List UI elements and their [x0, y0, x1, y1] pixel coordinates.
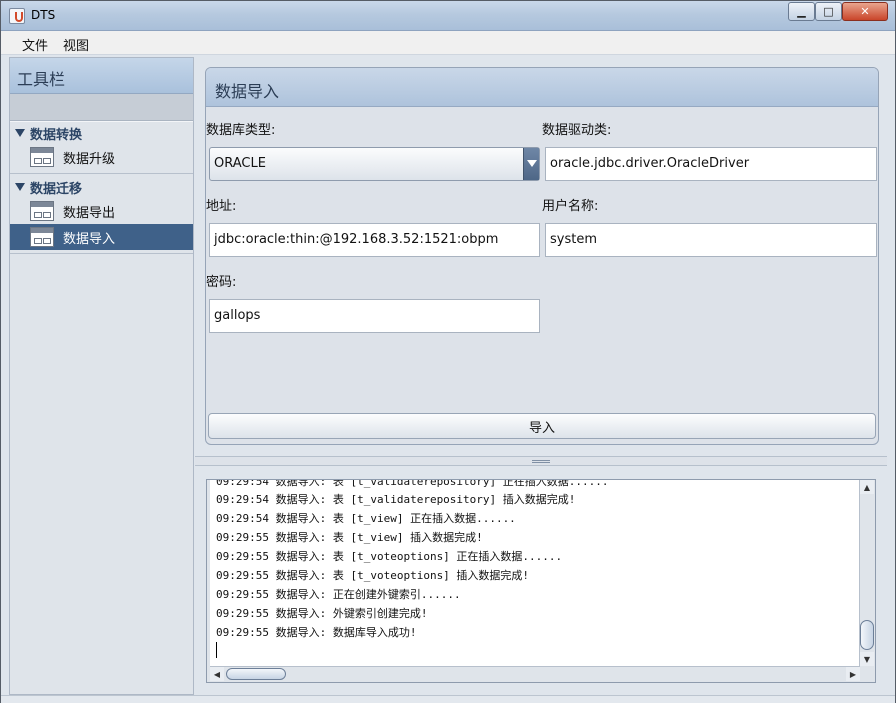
db-type-value: ORACLE — [214, 156, 266, 171]
nav-item-data-upgrade[interactable]: 数据升级 — [10, 144, 193, 170]
address-label: 地址: — [206, 199, 237, 214]
toolbar-title: 工具栏 — [10, 58, 193, 94]
menu-file[interactable]: 文件 — [22, 35, 48, 54]
nav-item-label: 数据导出 — [63, 205, 116, 221]
log-line: 09:29:54 数据导入: 表 [t_view] 正在插入数据...... — [216, 512, 516, 525]
address-field[interactable]: jdbc:oracle:thin:@192.168.3.52:1521:obpm — [209, 223, 540, 257]
username-field[interactable]: system — [545, 223, 877, 257]
horizontal-scroll-thumb[interactable] — [226, 668, 286, 680]
password-label: 密码: — [206, 275, 237, 290]
log-panel: 09:29:54 数据导入: 表 [t_validaterepository] … — [206, 479, 876, 683]
log-line: 09:29:55 数据导入: 表 [t_voteoptions] 正在插入数据.… — [216, 550, 563, 563]
window-icon — [30, 227, 54, 247]
driver-label: 数据驱动类: — [542, 123, 612, 138]
group-label: 数据迁移 — [30, 181, 83, 197]
scroll-left-icon[interactable]: ◀ — [210, 667, 224, 681]
db-type-select[interactable]: ORACLE — [209, 147, 540, 181]
scroll-up-icon[interactable]: ▲ — [860, 480, 874, 494]
window-icon — [30, 201, 54, 221]
java-app-icon — [9, 8, 25, 24]
nav-item-label: 数据升级 — [63, 151, 116, 167]
nav-item-data-import[interactable]: 数据导入 — [10, 224, 193, 250]
form-title: 数据导入 — [206, 68, 878, 107]
log-textarea[interactable]: 09:29:54 数据导入: 表 [t_validaterepository] … — [210, 480, 860, 666]
nav-item-data-export[interactable]: 数据导出 — [10, 198, 193, 224]
log-line: 09:29:54 数据导入: 表 [t_validaterepository] … — [216, 480, 609, 488]
toolbar-panel: 工具栏 数据转换 数据升级 数据迁移 数据导出 数据导入 — [9, 57, 194, 695]
log-line: 09:29:55 数据导入: 正在创建外键索引...... — [216, 588, 461, 601]
text-caret — [216, 642, 217, 658]
maximize-button[interactable]: □ — [815, 2, 842, 21]
import-form-panel: 数据导入 数据库类型: 数据驱动类: ORACLE oracle.jdbc.dr… — [205, 67, 879, 445]
expand-triangle-icon — [15, 183, 25, 191]
group-label: 数据转换 — [30, 127, 83, 143]
window-title: DTS — [31, 8, 56, 22]
status-strip — [1, 695, 895, 703]
app-window: DTS ▁ □ ✕ 文件 视图 工具栏 数据转换 数据升级 数据迁移 数据导出 … — [0, 0, 896, 703]
db-type-label: 数据库类型: — [206, 123, 276, 138]
horizontal-scrollbar[interactable]: ◀ ▶ — [210, 666, 860, 681]
group-header-conversion[interactable]: 数据转换 — [10, 122, 193, 144]
expand-triangle-icon — [15, 129, 25, 137]
nav-item-label: 数据导入 — [63, 231, 116, 247]
close-button[interactable]: ✕ — [842, 2, 888, 21]
menu-bar: 文件 视图 — [1, 31, 895, 55]
log-line: 09:29:55 数据导入: 表 [t_voteoptions] 插入数据完成! — [216, 569, 530, 582]
group-header-migration[interactable]: 数据迁移 — [10, 176, 193, 198]
menu-view[interactable]: 视图 — [63, 35, 89, 54]
title-bar[interactable]: DTS ▁ □ ✕ — [1, 1, 895, 31]
minimize-button[interactable]: ▁ — [788, 2, 815, 21]
password-field[interactable]: gallops — [209, 299, 540, 333]
username-label: 用户名称: — [542, 199, 599, 214]
vertical-scrollbar[interactable]: ▲ ▼ — [859, 480, 874, 666]
split-divider[interactable] — [195, 456, 887, 466]
vertical-scroll-thumb[interactable] — [860, 620, 874, 650]
nav-tree: 数据转换 数据升级 数据迁移 数据导出 数据导入 — [10, 121, 193, 254]
scroll-down-icon[interactable]: ▼ — [860, 652, 874, 666]
log-line: 09:29:54 数据导入: 表 [t_validaterepository] … — [216, 493, 576, 506]
log-line: 09:29:55 数据导入: 表 [t_view] 插入数据完成! — [216, 531, 483, 544]
scroll-right-icon[interactable]: ▶ — [846, 667, 860, 681]
group-data-conversion: 数据转换 数据升级 — [10, 122, 193, 174]
log-line: 09:29:55 数据导入: 外键索引创建完成! — [216, 607, 428, 620]
driver-field[interactable]: oracle.jdbc.driver.OracleDriver — [545, 147, 877, 181]
grip-icon — [532, 460, 550, 463]
log-line: 09:29:55 数据导入: 数据库导入成功! — [216, 626, 417, 639]
toolbar-spacer — [10, 94, 193, 121]
import-button[interactable]: 导入 — [208, 413, 876, 439]
group-data-migration: 数据迁移 数据导出 数据导入 — [10, 176, 193, 254]
window-icon — [30, 147, 54, 167]
dropdown-arrow-icon[interactable] — [523, 148, 539, 180]
